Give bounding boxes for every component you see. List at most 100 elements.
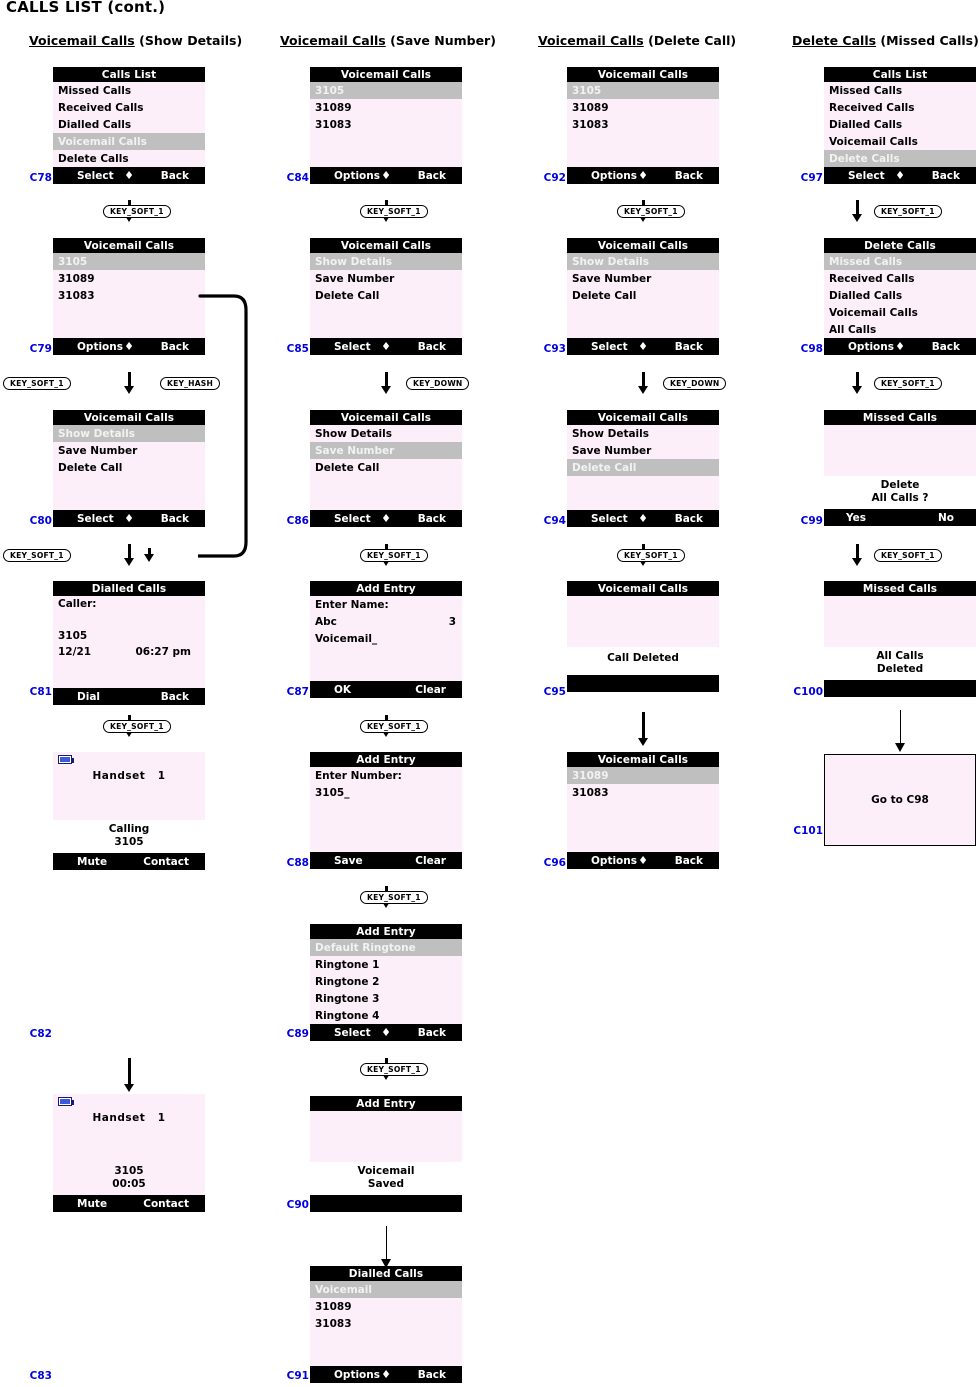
softkey-right[interactable]: Back [675, 855, 703, 867]
list-item-selected[interactable]: 3105 [310, 82, 462, 99]
screen-c89[interactable]: Add Entry Default Ringtone Ringtone 1 Ri… [310, 924, 462, 1041]
list-item-selected[interactable]: Voicemail Calls [53, 133, 205, 150]
softkey-left[interactable]: Options [334, 1369, 380, 1381]
softkey-left[interactable]: Select [77, 513, 114, 525]
list-item[interactable]: Ringtone 1 [310, 956, 462, 973]
list-item[interactable]: Missed Calls [824, 82, 976, 99]
screen-c100[interactable]: Missed Calls All Calls Deleted [824, 581, 976, 697]
list-item[interactable]: Ringtone 4 [310, 1007, 462, 1024]
list-item-selected[interactable]: Voicemail [310, 1281, 462, 1298]
list-item[interactable]: Received Calls [824, 99, 976, 116]
list-item[interactable]: Delete Call [567, 287, 719, 304]
list-item[interactable]: Delete Call [53, 459, 205, 476]
list-item[interactable]: 31089 [310, 99, 462, 116]
list-item[interactable]: 31089 [310, 1298, 462, 1315]
screen-c95[interactable]: Voicemail Calls Call Deleted [567, 581, 719, 692]
list-item[interactable]: Save Number [567, 270, 719, 287]
list-item[interactable]: 31083 [567, 784, 719, 801]
softkey-left[interactable]: Select [77, 170, 114, 182]
list-item-selected[interactable]: Delete Calls [824, 150, 976, 167]
softkey-right[interactable]: Back [418, 1369, 446, 1381]
softkey-left[interactable]: Select [334, 513, 371, 525]
list-item[interactable]: Voicemail Calls [824, 304, 976, 321]
list-item[interactable]: Show Details [567, 425, 719, 442]
screen-c83[interactable]: Handset 1 3105 00:05 Mute Contact [53, 1094, 205, 1212]
softkey-right[interactable]: Back [161, 513, 189, 525]
softkey-right[interactable]: Back [418, 170, 446, 182]
screen-c90[interactable]: Add Entry Voicemail Saved [310, 1096, 462, 1212]
softkey-left[interactable]: Dial [77, 691, 100, 703]
softkey-right[interactable]: Back [675, 513, 703, 525]
softkey-right[interactable]: Back [675, 170, 703, 182]
screen-c101-goto[interactable]: Go to C98 [824, 754, 976, 846]
softkey-left[interactable]: Select [591, 513, 628, 525]
list-item[interactable]: Voicemail Calls [824, 133, 976, 150]
softkey-right[interactable]: Back [161, 341, 189, 353]
screen-c88[interactable]: Add Entry Enter Number: 3105_ Save Clear [310, 752, 462, 869]
list-item[interactable]: 31089 [53, 270, 205, 287]
softkey-right[interactable]: Clear [415, 684, 446, 696]
list-item[interactable]: Dialled Calls [824, 116, 976, 133]
softkey-left[interactable]: Options [77, 341, 123, 353]
softkey-right[interactable]: Back [932, 170, 960, 182]
softkey-right[interactable]: Back [418, 513, 446, 525]
screen-c93[interactable]: Voicemail Calls Show Details Save Number… [567, 238, 719, 355]
softkey-right[interactable]: Back [418, 341, 446, 353]
softkey-left[interactable]: Select [334, 341, 371, 353]
softkey-right[interactable]: Back [161, 170, 189, 182]
softkey-right[interactable]: Back [418, 1027, 446, 1039]
list-item[interactable]: 31083 [53, 287, 205, 304]
screen-c82[interactable]: Handset 1 Calling 3105 Mute Contact [53, 752, 205, 870]
entry-value[interactable]: Voicemail_ [310, 630, 462, 647]
screen-c99[interactable]: Missed Calls Delete All Calls ? Yes No [824, 410, 976, 526]
list-item-selected[interactable]: Delete Call [567, 459, 719, 476]
softkey-left[interactable]: Select [591, 341, 628, 353]
screen-c94[interactable]: Voicemail Calls Show Details Save Number… [567, 410, 719, 527]
softkey-left[interactable]: Options [591, 170, 637, 182]
screen-c86[interactable]: Voicemail Calls Show Details Save Number… [310, 410, 462, 527]
list-item[interactable]: Delete Call [310, 459, 462, 476]
softkey-left[interactable]: Save [334, 855, 363, 867]
list-item[interactable]: Save Number [567, 442, 719, 459]
list-item-selected[interactable]: Show Details [53, 425, 205, 442]
list-item[interactable]: 31083 [567, 116, 719, 133]
list-item-selected[interactable]: 3105 [567, 82, 719, 99]
entry-value[interactable]: 3105_ [310, 784, 462, 801]
list-item-selected[interactable]: 3105 [53, 253, 205, 270]
softkey-right[interactable]: Back [161, 691, 189, 703]
softkey-left[interactable]: Mute [77, 856, 107, 868]
softkey-left[interactable]: Options [848, 341, 894, 353]
list-item[interactable]: Ringtone 3 [310, 990, 462, 1007]
softkey-left[interactable]: Yes [846, 512, 866, 524]
list-item-selected[interactable]: Show Details [310, 253, 462, 270]
screen-c91[interactable]: Dialled Calls Voicemail 31089 31083 Opti… [310, 1266, 462, 1383]
list-item[interactable]: Dialled Calls [53, 116, 205, 133]
list-item[interactable]: Save Number [53, 442, 205, 459]
screen-c85[interactable]: Voicemail Calls Show Details Save Number… [310, 238, 462, 355]
screen-c79[interactable]: Voicemail Calls 3105 31089 31083 Options… [53, 238, 205, 355]
softkey-right[interactable]: Back [675, 341, 703, 353]
list-item-selected[interactable]: Save Number [310, 442, 462, 459]
list-item[interactable]: Delete Call [310, 287, 462, 304]
list-item-selected[interactable]: Default Ringtone [310, 939, 462, 956]
list-item[interactable]: 31083 [310, 116, 462, 133]
screen-c92[interactable]: Voicemail Calls 3105 31089 31083 Options… [567, 67, 719, 184]
list-item[interactable]: Dialled Calls [824, 287, 976, 304]
screen-c84[interactable]: Voicemail Calls 3105 31089 31083 Options… [310, 67, 462, 184]
softkey-right[interactable]: Clear [415, 855, 446, 867]
list-item[interactable]: Ringtone 2 [310, 973, 462, 990]
screen-c81[interactable]: Dialled Calls Caller: 3105 12/21 06:27 p… [53, 581, 205, 705]
list-item[interactable]: Delete Calls [53, 150, 205, 167]
screen-c80[interactable]: Voicemail Calls Show Details Save Number… [53, 410, 205, 527]
softkey-right[interactable]: Contact [143, 856, 189, 868]
screen-c78[interactable]: Calls List Missed Calls Received Calls D… [53, 67, 205, 184]
screen-c96[interactable]: Voicemail Calls 31089 31083 Options ♦ Ba… [567, 752, 719, 869]
list-item[interactable]: Received Calls [824, 270, 976, 287]
list-item[interactable]: Received Calls [53, 99, 205, 116]
softkey-left[interactable]: Select [848, 170, 885, 182]
list-item-selected[interactable]: Missed Calls [824, 253, 976, 270]
softkey-right[interactable]: Contact [143, 1198, 189, 1210]
list-item[interactable]: Save Number [310, 270, 462, 287]
list-item[interactable]: Missed Calls [53, 82, 205, 99]
softkey-left[interactable]: OK [334, 684, 351, 696]
